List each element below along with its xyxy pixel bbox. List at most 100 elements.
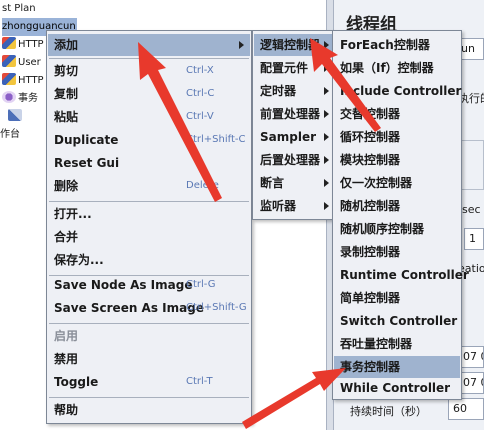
submenu-item-assertion[interactable]: 断言 [254,172,332,194]
controller-item-switch[interactable]: Switch Controller [334,310,460,332]
menu-item-save-as[interactable]: 保存为... [48,249,250,271]
menu-item-label: 录制控制器 [340,245,401,259]
submenu-item-logic-controller[interactable]: 逻辑控制器 [254,34,332,56]
menu-item-delete[interactable]: 删除 Delete [48,175,250,197]
sampler-icon [2,37,16,49]
menu-item-label: 保存为... [54,253,104,267]
menu-item-label: 模块控制器 [340,153,401,167]
menu-item-label: 打开... [54,207,92,221]
menu-item-paste[interactable]: 粘贴 Ctrl-V [48,106,250,128]
controller-item-random[interactable]: 随机控制器 [334,195,460,217]
menu-item-help[interactable]: 帮助 [48,399,250,421]
tree-node-listener[interactable] [8,108,24,126]
controller-item-transaction[interactable]: 事务控制器 [334,356,460,378]
controller-item-foreach[interactable]: ForEach控制器 [334,34,460,56]
menu-item-open[interactable]: 打开... [48,203,250,225]
menu-item-label: 前置处理器 [260,107,321,121]
num-threads-label: sec [462,203,481,216]
tree-node-http-1[interactable]: HTTP [2,36,44,54]
sampler-icon [2,55,16,67]
menu-item-label: 循环控制器 [340,130,401,144]
menu-item-enable: 启用 [48,325,250,347]
menu-item-cut[interactable]: 剪切 Ctrl-X [48,60,250,82]
submenu-item-post-processor[interactable]: 后置处理器 [254,149,332,171]
menu-item-label: 监听器 [260,199,297,213]
menu-item-reset-gui[interactable]: Reset Gui [48,152,250,174]
tree-node-workbench[interactable]: 作台 [0,126,20,144]
menu-item-toggle[interactable]: Toggle Ctrl-T [48,371,250,393]
menu-item-label: Toggle [54,375,99,389]
duration-field[interactable]: 60 [448,398,484,420]
menu-item-save-node-image[interactable]: Save Node As Image Ctrl-G [48,274,250,296]
menu-item-label: Reset Gui [54,156,120,170]
menu-item-label: Save Node As Image [54,278,193,292]
submenu-arrow-icon [324,156,329,164]
tree-node-label: 作台 [0,129,20,140]
menu-item-duplicate[interactable]: Duplicate Ctrl+Shift-C [48,129,250,151]
submenu-arrow-icon [324,202,329,210]
submenu-item-timer[interactable]: 定时器 [254,80,332,102]
menu-item-copy[interactable]: 复制 Ctrl-C [48,83,250,105]
submenu-item-pre-processor[interactable]: 前置处理器 [254,103,332,125]
menu-item-disable[interactable]: 禁用 [48,348,250,370]
menu-item-label: Include Controller [340,84,462,98]
controller-item-include[interactable]: Include Controller [334,80,462,102]
shortcut-text: Ctrl-G [186,279,216,290]
shortcut-text: Ctrl-T [186,376,213,387]
menu-item-label: 随机顺序控制器 [340,222,425,236]
controller-item-once-only[interactable]: 仅一次控制器 [334,172,460,194]
menu-item-label: 添加 [54,38,79,52]
controller-item-simple[interactable]: 简单控制器 [334,287,460,309]
menu-item-label: 事务控制器 [340,360,401,374]
tree-node-user[interactable]: User [2,54,41,72]
menu-item-label: 仅一次控制器 [340,176,413,190]
controller-item-module[interactable]: 模块控制器 [334,149,460,171]
submenu-arrow-icon [324,64,329,72]
controller-submenu: ForEach控制器 如果（If）控制器 Include Controller … [332,30,469,400]
tree-node-test-plan[interactable]: st Plan [2,0,36,18]
menu-item-label: Duplicate [54,133,119,147]
menu-item-label: ForEach控制器 [340,38,430,52]
tree-node-label: 事务 [18,93,38,104]
tree-node-transaction[interactable]: 事务 [2,90,38,108]
menu-item-label: 禁用 [54,352,79,366]
submenu-item-config-element[interactable]: 配置元件 [254,57,332,79]
shortcut-text: Ctrl+Shift-C [186,134,246,145]
menu-item-label: 逻辑控制器 [260,38,321,52]
menu-separator [49,58,249,59]
tree-node-label: User [18,57,41,68]
menu-item-label: 帮助 [54,403,79,417]
menu-item-save-screen-image[interactable]: Save Screen As Image Ctrl+Shift-G [48,297,250,319]
tree-node-http-2[interactable]: HTTP [2,72,44,90]
num-threads-field[interactable]: 1 [464,228,484,250]
menu-item-label: 粘贴 [54,110,79,124]
controller-item-interleave[interactable]: 交替控制器 [334,103,460,125]
duration-label: 持续时间（秒） [350,405,427,418]
submenu-item-sampler[interactable]: Sampler [254,126,332,148]
menu-separator [49,201,249,202]
menu-item-label: Switch Controller [340,314,458,328]
menu-item-label: 配置元件 [260,61,309,75]
shortcut-text: Ctrl-C [186,88,215,99]
controller-item-runtime[interactable]: Runtime Controller [334,264,469,286]
tree-node-label: HTTP [18,39,44,50]
submenu-item-listener[interactable]: 监听器 [254,195,332,217]
add-submenu: 逻辑控制器 配置元件 定时器 前置处理器 Sampler 后置处理器 断言 监听… [252,30,334,220]
controller-item-while[interactable]: While Controller [334,377,460,399]
controller-item-throughput[interactable]: 吞吐量控制器 [334,333,460,355]
menu-item-label: 启用 [54,329,79,343]
controller-item-if[interactable]: 如果（If）控制器 [334,57,460,79]
pencil-icon [8,109,22,121]
submenu-arrow-icon [239,41,244,49]
menu-item-add[interactable]: 添加 [48,34,250,56]
menu-item-merge[interactable]: 合并 [48,226,250,248]
menu-item-label: Sampler [260,130,317,144]
shortcut-text: Ctrl+Shift-G [186,302,247,313]
controller-item-random-order[interactable]: 随机顺序控制器 [334,218,460,240]
gear-icon [2,91,16,103]
menu-item-label: 定时器 [260,84,297,98]
menu-item-label: 剪切 [54,64,79,78]
controller-item-recording[interactable]: 录制控制器 [334,241,460,263]
sampler-icon [2,73,16,85]
controller-item-loop[interactable]: 循环控制器 [334,126,460,148]
